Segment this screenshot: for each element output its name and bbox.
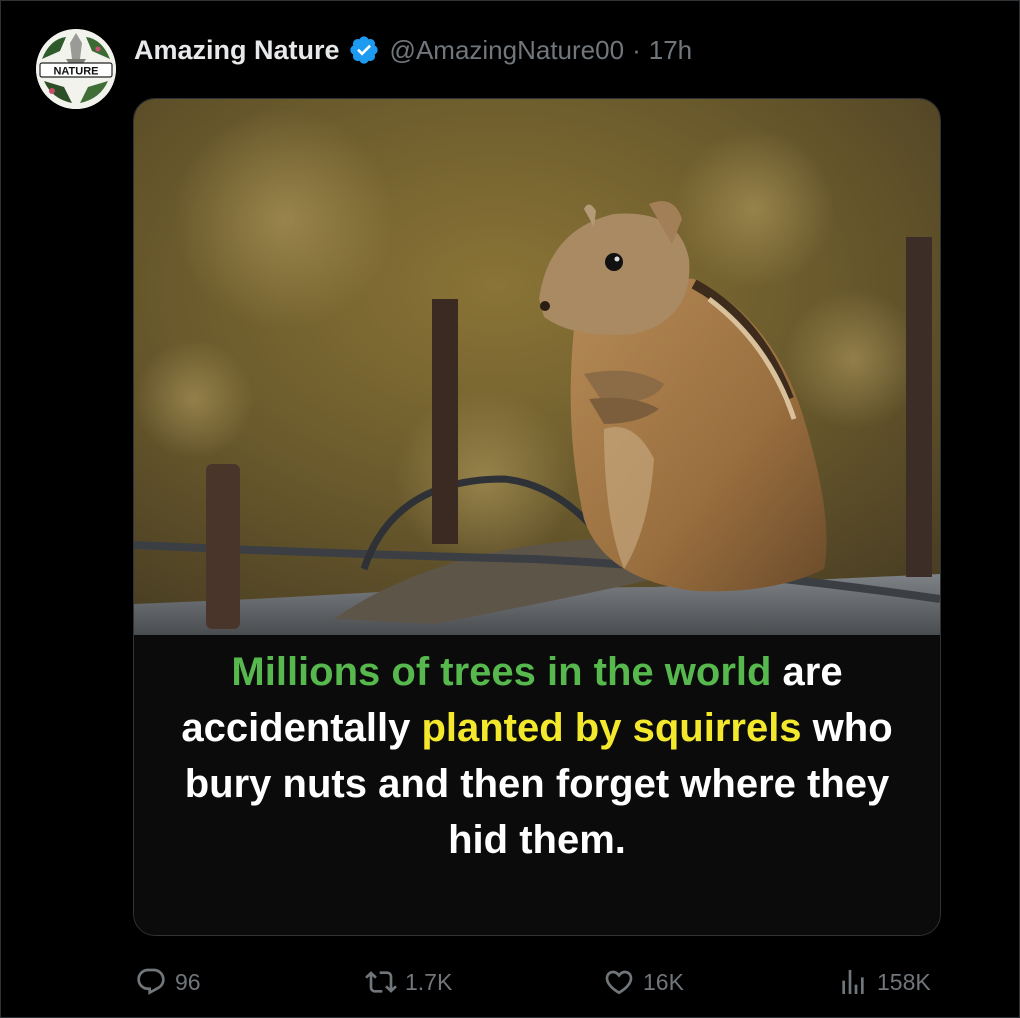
caption-highlight-green: Millions of trees in the world	[231, 649, 772, 694]
verified-badge-icon[interactable]	[348, 34, 380, 66]
squirrel-photo	[134, 99, 940, 635]
views-button[interactable]: 158K	[837, 959, 931, 1005]
action-bar: 96 1.7K 16K 158K	[133, 959, 939, 1005]
repost-button[interactable]: 1.7K	[365, 959, 452, 1005]
display-name[interactable]: Amazing Nature	[134, 35, 340, 66]
like-count: 16K	[643, 968, 684, 995]
repost-icon	[365, 971, 397, 993]
repost-count: 1.7K	[405, 968, 453, 995]
media-caption: Millions of trees in the world are accid…	[134, 636, 940, 935]
caption-highlight-yellow: planted by squirrels	[421, 705, 802, 750]
like-button[interactable]: 16K	[603, 959, 684, 1005]
analytics-icon	[842, 970, 864, 994]
heart-icon	[605, 970, 633, 995]
timestamp[interactable]: 17h	[649, 35, 692, 66]
reply-button[interactable]: 96	[135, 959, 201, 1005]
reply-icon	[137, 968, 165, 995]
tweet-media[interactable]: Millions of trees in the world are accid…	[133, 98, 941, 936]
user-handle[interactable]: @AmazingNature00	[390, 35, 625, 66]
views-count: 158K	[877, 968, 931, 995]
tweet-header: Amazing Nature @AmazingNature00 · 17h	[134, 33, 692, 67]
avatar-text: NATURE	[53, 66, 98, 78]
reply-count: 96	[175, 968, 201, 995]
caption-text: Millions of trees in the world are accid…	[157, 644, 917, 868]
avatar[interactable]: NATURE	[36, 29, 116, 109]
avatar-logo-icon: NATURE	[36, 29, 116, 109]
tweet-card[interactable]: NATURE Amazing Nature @AmazingNature00 ·…	[0, 0, 1020, 1018]
separator-dot: ·	[632, 34, 641, 65]
